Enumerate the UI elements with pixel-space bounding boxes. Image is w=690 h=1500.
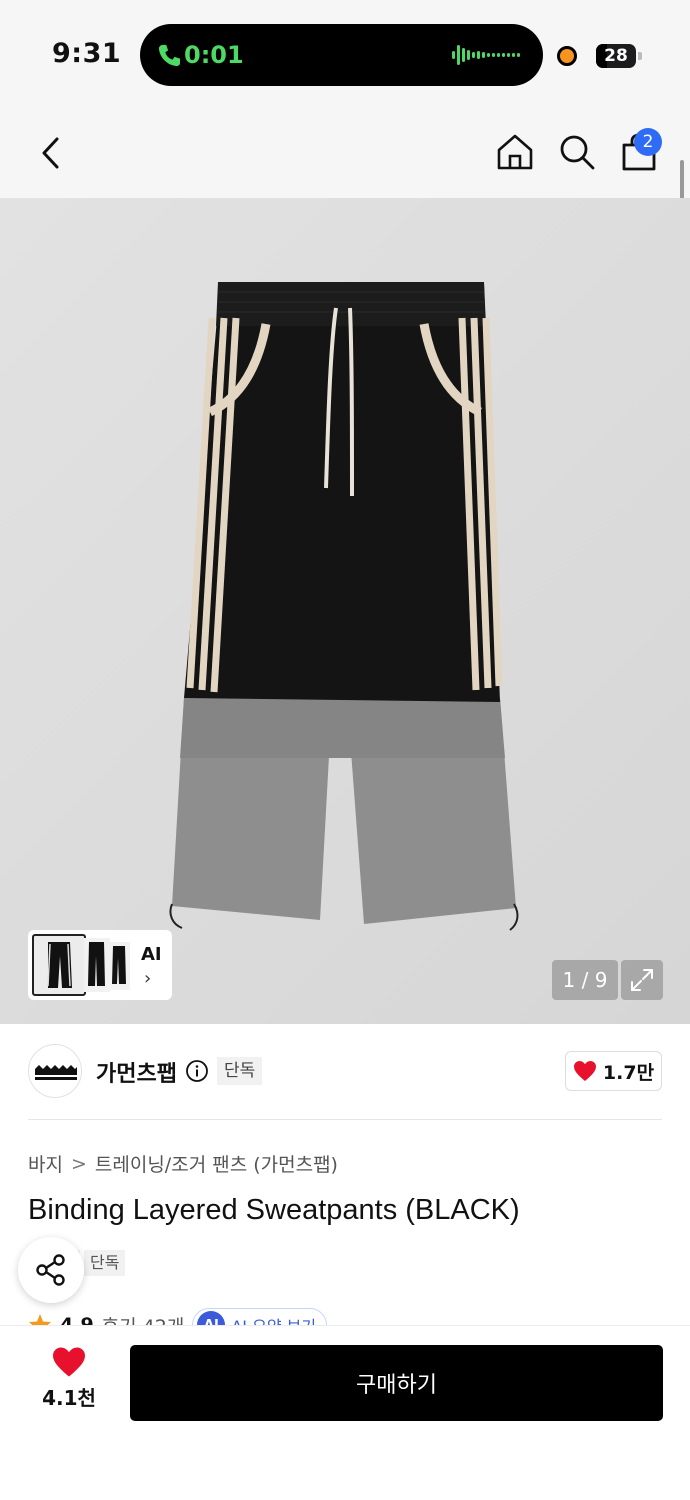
thumbnail-pants-image bbox=[112, 946, 126, 984]
brand-name[interactable]: 가먼츠팹 bbox=[96, 1056, 177, 1088]
share-icon bbox=[36, 1254, 65, 1286]
brand-logo-image bbox=[35, 1065, 77, 1080]
product-tag-exclusive: 단독 bbox=[84, 1250, 126, 1276]
chevron-right-icon: › bbox=[144, 968, 152, 989]
back-button[interactable] bbox=[30, 131, 70, 175]
battery-tip bbox=[638, 52, 642, 60]
fullscreen-button[interactable] bbox=[621, 960, 663, 1000]
brand-like-count: 1.7만 bbox=[602, 1061, 655, 1084]
info-icon[interactable] bbox=[185, 1059, 209, 1083]
rating-row: 4.9 후기 42개 AI AI 요약 보기 bbox=[0, 1304, 690, 1326]
status-bar: 9:31 0:01 28 bbox=[0, 0, 690, 105]
wishlist-count: 4.1천 bbox=[42, 1386, 96, 1410]
ai-summary-button[interactable]: AI AI 요약 보기 bbox=[192, 1308, 328, 1326]
heart-icon bbox=[53, 1347, 85, 1377]
audio-wave-icon bbox=[452, 45, 520, 65]
back-icon bbox=[42, 137, 59, 169]
call-duration: 0:01 bbox=[184, 41, 244, 69]
thumbnail-1[interactable] bbox=[32, 934, 86, 996]
battery-icon: 28 bbox=[596, 44, 636, 68]
product-title: Binding Layered Sweatpants (BLACK) bbox=[28, 1194, 520, 1226]
breadcrumb-subcategory[interactable]: 트레이닝/조거 팬츠 (가먼츠팹) bbox=[95, 1154, 338, 1176]
search-icon bbox=[560, 135, 595, 170]
breadcrumb: 바지 > 트레이닝/조거 팬츠 (가먼츠팹) bbox=[28, 1150, 338, 1177]
exclusive-badge: 단독 bbox=[217, 1057, 263, 1085]
status-time: 9:31 bbox=[52, 38, 122, 69]
phone-icon bbox=[158, 44, 180, 66]
ai-label: AI bbox=[141, 944, 162, 965]
breadcrumb-category[interactable]: 바지 bbox=[28, 1154, 63, 1176]
image-page-counter: 1 / 9 bbox=[552, 960, 618, 1000]
battery-level: 28 bbox=[604, 46, 628, 66]
wishlist-button[interactable]: 4.1천 bbox=[36, 1346, 102, 1418]
ai-badge-icon: AI bbox=[197, 1311, 226, 1326]
brand-logo[interactable] bbox=[28, 1044, 82, 1098]
privacy-indicator-dot bbox=[557, 46, 577, 66]
home-icon bbox=[497, 134, 533, 170]
thumbnail-pants-image bbox=[47, 942, 72, 988]
home-button[interactable] bbox=[492, 129, 538, 175]
thumbnail-pants-image bbox=[88, 942, 105, 986]
brand-like-button[interactable]: 1.7만 bbox=[565, 1051, 662, 1091]
heart-icon bbox=[573, 1061, 596, 1081]
share-button[interactable] bbox=[18, 1237, 84, 1303]
sweatpants-photo bbox=[169, 282, 519, 931]
ai-similar-thumbnails[interactable]: AI › bbox=[28, 930, 172, 1000]
expand-icon bbox=[631, 969, 653, 991]
thumbnail-3[interactable] bbox=[108, 942, 130, 990]
review-count-link[interactable]: 후기 42개 bbox=[102, 1312, 185, 1327]
product-image[interactable] bbox=[0, 198, 690, 1024]
buy-button[interactable]: 구매하기 bbox=[130, 1345, 663, 1421]
breadcrumb-separator: > bbox=[70, 1152, 87, 1175]
cart-count-badge: 2 bbox=[634, 128, 662, 156]
nav-bar bbox=[0, 105, 690, 198]
divider bbox=[28, 1119, 662, 1120]
search-button[interactable] bbox=[554, 129, 600, 175]
dynamic-island[interactable]: 0:01 bbox=[140, 24, 543, 86]
thumbnail-2[interactable] bbox=[84, 938, 110, 992]
